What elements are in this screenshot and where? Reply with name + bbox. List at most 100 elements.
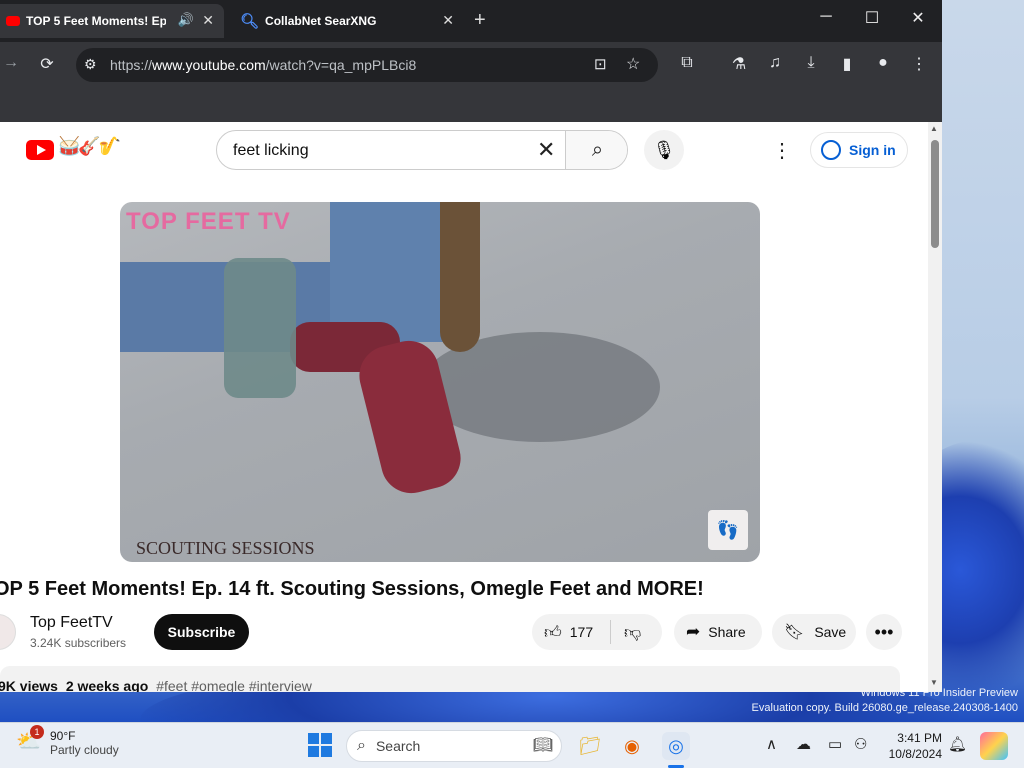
account-icon <box>821 140 841 160</box>
scrollbar-thumb[interactable] <box>931 140 939 248</box>
onedrive-offline-icon[interactable]: ☁ <box>796 735 811 753</box>
watermark-line-2: Evaluation copy. Build 26080.ge_release.… <box>751 702 1018 714</box>
speaker-icon[interactable]: 🔊 <box>178 12 194 28</box>
maximize-button[interactable]: ☐ <box>852 8 892 28</box>
tab-title: TOP 5 Feet Moments! Ep. 1 <box>26 14 166 28</box>
youtube-favicon-icon <box>6 16 20 26</box>
taskbar: ⛅ 1 90°F Partly cloudy ⌕ Search 📖︎ 📁︎ ◉ … <box>0 722 1024 768</box>
dislike-button[interactable]: 👎︎ <box>624 622 641 643</box>
thumbs-up-icon: 👍︎ <box>544 622 562 642</box>
clock-date: 10/8/2024 <box>888 747 942 761</box>
more-horizontal-icon: ••• <box>874 621 894 642</box>
browser-toolbar: → ⟳ ⚙ https://www.youtube.com/watch?v=qa… <box>0 42 942 88</box>
labs-flask-icon[interactable]: ⚗ <box>728 54 750 74</box>
copilot-icon[interactable] <box>980 732 1008 760</box>
taskbar-search-label: Search <box>375 738 421 754</box>
page-scrollbar[interactable]: ▲ ▼ <box>928 122 942 692</box>
weather-temp: 90°F <box>50 729 76 743</box>
address-bar[interactable]: ⚙ https://www.youtube.com/watch?v=qa_mpP… <box>76 48 658 82</box>
settings-kebab-icon[interactable]: ⋮ <box>772 138 792 163</box>
more-actions-button[interactable]: ••• <box>866 614 902 650</box>
search-input[interactable]: feet licking <box>233 142 309 160</box>
install-app-icon[interactable]: ⊡ <box>594 55 607 73</box>
sign-in-label: Sign in <box>849 142 896 158</box>
like-button[interactable]: 👍︎ 177 <box>532 622 593 643</box>
media-controls-icon[interactable]: ♫ <box>764 54 786 72</box>
like-dislike-group: 👍︎ 177 👎︎ <box>532 614 662 650</box>
youtube-page: 🥁🎸🎷 feet licking ✕ ⌕ 🎙 ⋮ Sign in TOP FEE… <box>0 122 928 692</box>
weather-badge: 1 <box>30 725 44 739</box>
video-overlay-text: SCOUTING SESSIONS <box>136 538 315 558</box>
forward-icon[interactable]: → <box>0 54 22 72</box>
scroll-down-icon[interactable]: ▼ <box>930 678 938 687</box>
chrome-icon[interactable]: ◎ <box>662 732 690 760</box>
firefox-icon[interactable]: ◉ <box>618 732 646 760</box>
side-panel-icon[interactable]: ▮ <box>836 54 858 74</box>
search-favicon-icon: 🔍︎ <box>240 13 260 30</box>
tab-searxng[interactable]: 🔍︎ CollabNet SearXNG ✕ <box>232 4 464 38</box>
thumbs-down-icon: 👎︎ <box>624 623 642 642</box>
video-player[interactable]: TOP FEET TV SCOUTING SESSIONS 👣 <box>120 202 760 562</box>
sign-in-button[interactable]: Sign in <box>810 132 908 168</box>
close-tab-icon[interactable]: ✕ <box>202 12 214 29</box>
notification-bell-icon[interactable]: 🔔︎ <box>948 735 967 753</box>
youtube-search-box[interactable]: feet licking ✕ ⌕ <box>216 130 628 170</box>
profile-icon[interactable]: ● <box>872 54 894 72</box>
menu-kebab-icon[interactable]: ⋮ <box>908 54 930 74</box>
reload-icon[interactable]: ⟳ <box>36 54 58 74</box>
video-jeans-upper <box>330 202 450 342</box>
clock-time: 3:41 PM <box>897 731 942 745</box>
channel-avatar[interactable] <box>0 614 16 650</box>
hashtags[interactable]: #feet #omegle #interview <box>156 678 312 692</box>
video-bottle <box>224 258 296 398</box>
save-label: Save <box>814 624 847 640</box>
description-summary: 9K views 2 weeks ago #feet #omegle #inte… <box>0 678 312 692</box>
search-highlight-icon: 📖︎ <box>532 737 553 754</box>
voice-search-mic-icon[interactable]: 🎙 <box>644 130 684 170</box>
subscribe-button[interactable]: Subscribe <box>154 614 249 650</box>
show-hidden-icons-chevron-icon[interactable]: ∧ <box>766 735 777 753</box>
bookmark-icon: 🔖︎ <box>784 624 805 641</box>
bookmark-bar <box>0 88 942 122</box>
subscriber-count: 3.24K subscribers <box>30 636 127 650</box>
new-tab-button[interactable]: + <box>474 9 486 32</box>
weather-desc: Partly cloudy <box>50 743 119 757</box>
browser-window: TOP 5 Feet Moments! Ep. 1 🔊 ✕ 🔍︎ CollabN… <box>0 0 942 692</box>
address-url: https://www.youtube.com/watch?v=qa_mpPLB… <box>110 57 417 73</box>
scroll-up-icon[interactable]: ▲ <box>930 124 938 133</box>
clear-search-icon[interactable]: ✕ <box>537 137 555 163</box>
feet-logo-icon: 👣 <box>708 510 748 550</box>
channel-name[interactable]: Top FeetTV <box>30 614 113 632</box>
share-button[interactable]: ➦ Share <box>674 614 762 650</box>
file-explorer-icon[interactable]: 📁︎ <box>576 732 604 760</box>
site-info-icon[interactable]: ⚙ <box>84 56 97 73</box>
tab-youtube-video[interactable]: TOP 5 Feet Moments! Ep. 1 🔊 ✕ <box>0 4 224 38</box>
like-divider <box>610 620 611 644</box>
display-icon[interactable]: ▭ <box>828 735 842 753</box>
minimize-button[interactable]: ─ <box>806 8 846 26</box>
youtube-logo-icon[interactable] <box>26 140 54 160</box>
view-count: 9K views <box>0 678 58 692</box>
close-tab-icon[interactable]: ✕ <box>442 12 454 29</box>
system-clock[interactable]: 3:41 PM 10/8/2024 <box>882 730 942 762</box>
video-title: OP 5 Feet Moments! Ep. 14 ft. Scouting S… <box>0 578 704 600</box>
tab-title: CollabNet SearXNG <box>265 14 377 28</box>
weather-widget[interactable]: ⛅ 1 90°F Partly cloudy <box>16 725 119 757</box>
youtube-doodle-icon[interactable]: 🥁🎸🎷 <box>58 136 121 157</box>
downloads-icon[interactable]: ⤓ <box>800 54 822 72</box>
like-count: 177 <box>569 624 594 640</box>
network-icon[interactable]: ⚇ <box>854 735 867 753</box>
taskbar-search[interactable]: ⌕ Search 📖︎ <box>346 730 562 762</box>
share-arrow-icon: ➦ <box>686 622 701 641</box>
bookmark-star-icon[interactable]: ☆ <box>626 54 640 74</box>
start-windows-icon[interactable] <box>308 733 332 757</box>
video-jacket <box>440 202 480 352</box>
search-button[interactable]: ⌕ <box>565 131 627 169</box>
partly-cloudy-icon: ⛅ 1 <box>16 725 44 757</box>
extensions-icon[interactable]: ⧉ <box>676 54 698 72</box>
save-button[interactable]: 🔖︎ Save <box>772 614 856 650</box>
share-label: Share <box>708 624 746 640</box>
upload-age: 2 weeks ago <box>65 678 149 692</box>
video-watermark: TOP FEET TV <box>126 208 291 235</box>
close-window-button[interactable]: ✕ <box>898 8 938 28</box>
